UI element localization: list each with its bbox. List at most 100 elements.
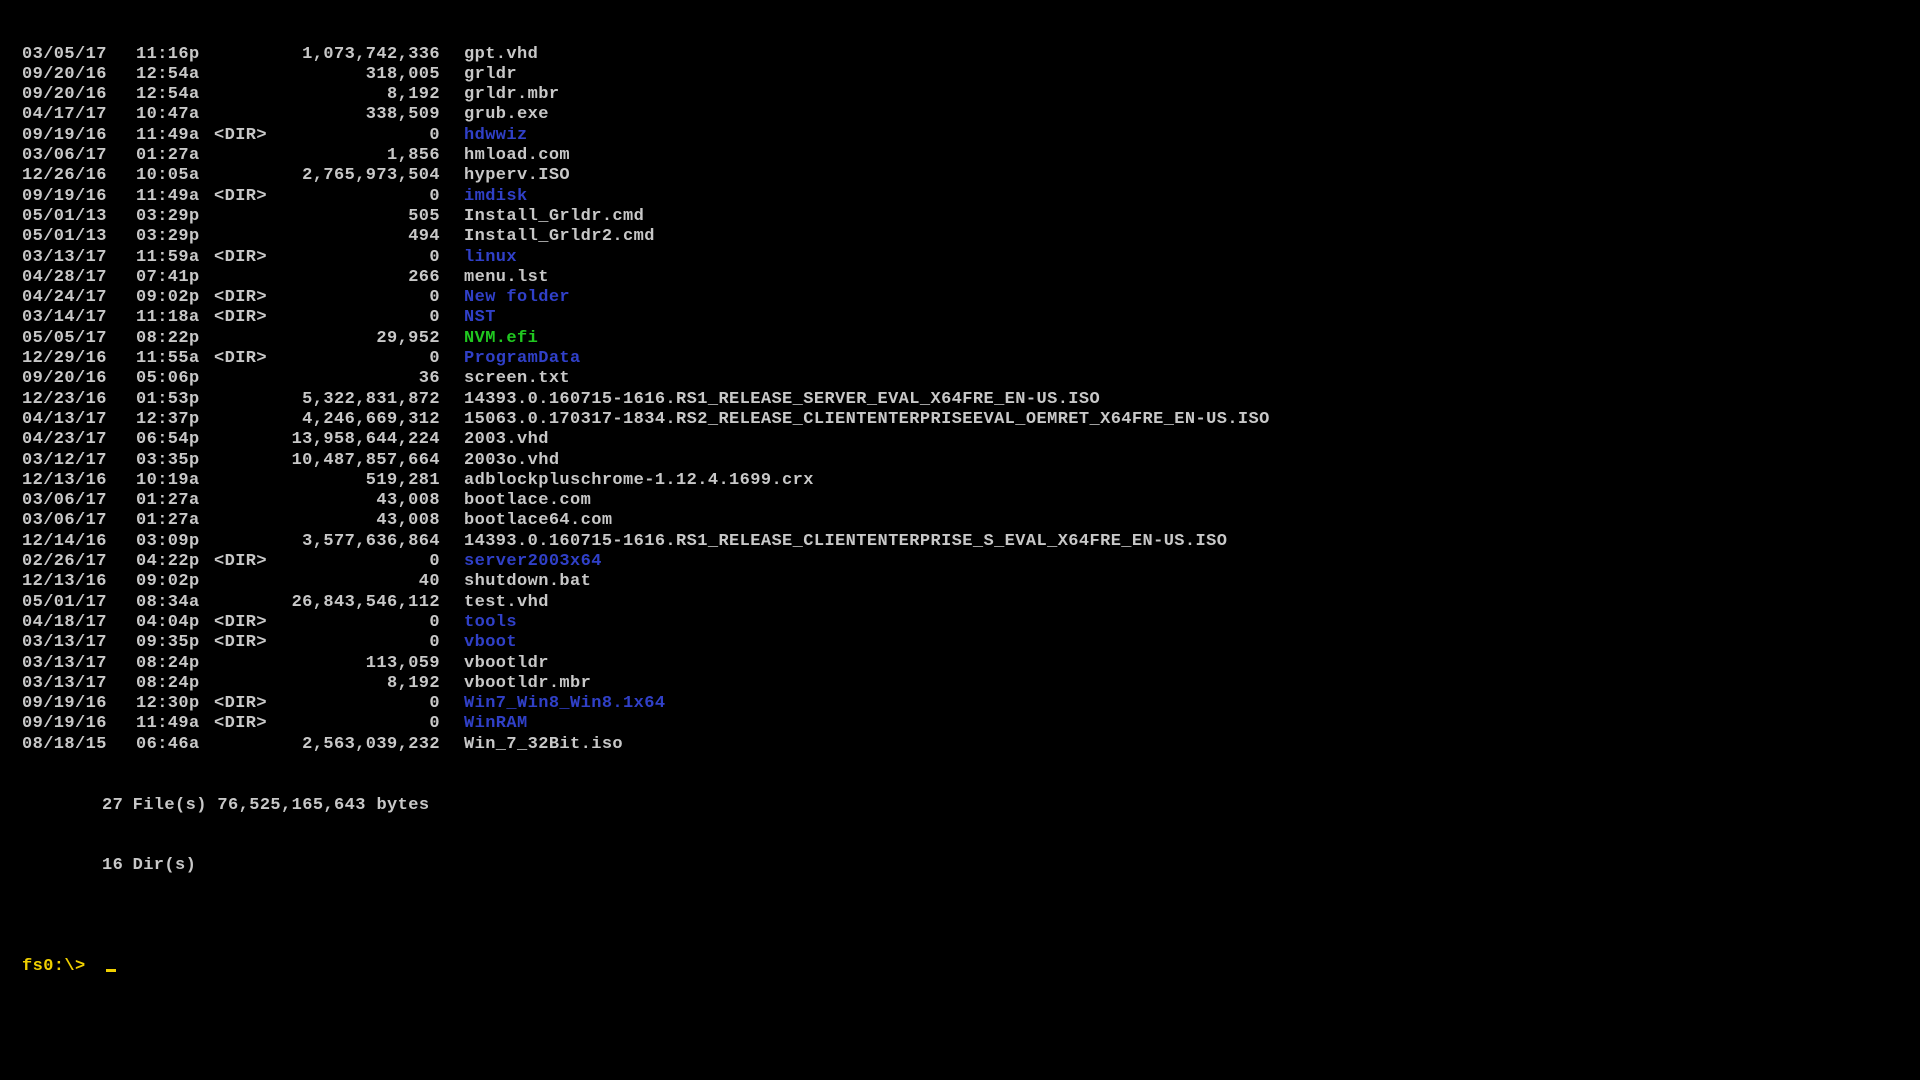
entry-time: 11:55a [136, 349, 214, 369]
entry-dir-flag: <DIR> [214, 187, 272, 207]
entry-size: 3,577,636,864 [272, 532, 440, 552]
entry-time: 05:06p [136, 369, 214, 389]
entry-dir-flag: <DIR> [214, 349, 272, 369]
entry-name: grldr.mbr [464, 85, 559, 105]
dir-entry: 12/29/1611:55a<DIR>0ProgramData [22, 349, 1898, 369]
entry-size: 2,563,039,232 [272, 735, 440, 755]
entry-time: 12:37p [136, 410, 214, 430]
entry-date: 03/13/17 [22, 633, 136, 653]
entry-date: 05/01/13 [22, 227, 136, 247]
entry-name: Win7_Win8_Win8.1x64 [464, 694, 665, 714]
dir-entry: 12/13/1609:02p40shutdown.bat [22, 572, 1898, 592]
entry-date: 04/28/17 [22, 268, 136, 288]
summary-dirs: 16 Dir(s) [22, 856, 1898, 876]
entry-name: gpt.vhd [464, 45, 538, 65]
dir-entry: 04/23/1706:54p13,958,644,2242003.vhd [22, 430, 1898, 450]
entry-date: 12/29/16 [22, 349, 136, 369]
entry-time: 10:47a [136, 105, 214, 125]
entry-size: 0 [272, 187, 440, 207]
entry-dir-flag: <DIR> [214, 288, 272, 308]
dir-entry: 03/13/1709:35p<DIR>0vboot [22, 633, 1898, 653]
entry-size: 0 [272, 349, 440, 369]
entry-size: 8,192 [272, 674, 440, 694]
entry-time: 11:18a [136, 308, 214, 328]
entry-size: 266 [272, 268, 440, 288]
entry-size: 29,952 [272, 329, 440, 349]
entry-name: grub.exe [464, 105, 549, 125]
entry-time: 03:35p [136, 451, 214, 471]
entry-name: 15063.0.170317-1834.RS2_RELEASE_CLIENTEN… [464, 410, 1270, 430]
entry-date: 12/13/16 [22, 471, 136, 491]
entry-size: 494 [272, 227, 440, 247]
dir-listing: 03/05/1711:16p1,073,742,336gpt.vhd09/20/… [22, 45, 1898, 755]
entry-time: 09:02p [136, 288, 214, 308]
entry-dir-flag: <DIR> [214, 248, 272, 268]
entry-name: bootlace64.com [464, 511, 612, 531]
entry-name: linux [464, 248, 517, 268]
entry-size: 0 [272, 613, 440, 633]
entry-size: 2,765,973,504 [272, 166, 440, 186]
entry-size: 0 [272, 694, 440, 714]
entry-dir-flag: <DIR> [214, 714, 272, 734]
entry-name: test.vhd [464, 593, 549, 613]
entry-time: 11:16p [136, 45, 214, 65]
entry-date: 09/20/16 [22, 65, 136, 85]
entry-time: 09:35p [136, 633, 214, 653]
entry-name: tools [464, 613, 517, 633]
entry-date: 04/18/17 [22, 613, 136, 633]
entry-time: 03:29p [136, 227, 214, 247]
entry-size: 4,246,669,312 [272, 410, 440, 430]
dir-entry: 03/06/1701:27a43,008bootlace64.com [22, 511, 1898, 531]
entry-size: 43,008 [272, 511, 440, 531]
entry-name: hdwwiz [464, 126, 528, 146]
entry-dir-flag: <DIR> [214, 126, 272, 146]
dir-entry: 02/26/1704:22p<DIR>0server2003x64 [22, 552, 1898, 572]
dir-entry: 03/06/1701:27a1,856hmload.com [22, 146, 1898, 166]
entry-dir-flag: <DIR> [214, 613, 272, 633]
entry-name: NST [464, 308, 496, 328]
entry-name: Win_7_32Bit.iso [464, 735, 623, 755]
entry-date: 09/19/16 [22, 714, 136, 734]
entry-size: 113,059 [272, 654, 440, 674]
dir-entry: 05/05/1708:22p29,952NVM.efi [22, 329, 1898, 349]
entry-size: 505 [272, 207, 440, 227]
entry-time: 09:02p [136, 572, 214, 592]
entry-date: 09/19/16 [22, 694, 136, 714]
entry-date: 09/19/16 [22, 187, 136, 207]
entry-size: 8,192 [272, 85, 440, 105]
entry-date: 09/20/16 [22, 85, 136, 105]
entry-time: 11:49a [136, 714, 214, 734]
entry-time: 01:53p [136, 390, 214, 410]
entry-date: 03/13/17 [22, 654, 136, 674]
prompt-line[interactable]: fs0:\> [22, 957, 1898, 977]
dir-entry: 04/24/1709:02p<DIR>0New folder [22, 288, 1898, 308]
entry-size: 10,487,857,664 [272, 451, 440, 471]
entry-name: shutdown.bat [464, 572, 591, 592]
entry-size: 0 [272, 126, 440, 146]
dir-entry: 04/17/1710:47a338,509grub.exe [22, 105, 1898, 125]
entry-size: 318,005 [272, 65, 440, 85]
dir-entry: 09/20/1612:54a8,192grldr.mbr [22, 85, 1898, 105]
dir-entry: 09/20/1605:06p36screen.txt [22, 369, 1898, 389]
entry-time: 04:04p [136, 613, 214, 633]
dir-entry: 04/13/1712:37p4,246,669,31215063.0.17031… [22, 410, 1898, 430]
dir-entry: 05/01/1303:29p505Install_Grldr.cmd [22, 207, 1898, 227]
dir-entry: 12/13/1610:19a519,281adblockpluschrome-1… [22, 471, 1898, 491]
entry-name: 14393.0.160715-1616.RS1_RELEASE_CLIENTEN… [464, 532, 1227, 552]
entry-time: 03:09p [136, 532, 214, 552]
entry-date: 12/26/16 [22, 166, 136, 186]
entry-time: 10:19a [136, 471, 214, 491]
entry-time: 11:49a [136, 126, 214, 146]
dir-entry: 09/19/1611:49a<DIR>0WinRAM [22, 714, 1898, 734]
dir-entry: 12/14/1603:09p3,577,636,86414393.0.16071… [22, 532, 1898, 552]
entry-time: 08:24p [136, 674, 214, 694]
entry-name: 2003o.vhd [464, 451, 559, 471]
entry-date: 05/05/17 [22, 329, 136, 349]
dir-entry: 03/13/1708:24p113,059vbootldr [22, 654, 1898, 674]
entry-name: server2003x64 [464, 552, 602, 572]
entry-dir-flag: <DIR> [214, 552, 272, 572]
entry-size: 5,322,831,872 [272, 390, 440, 410]
entry-date: 03/14/17 [22, 308, 136, 328]
entry-name: grldr [464, 65, 517, 85]
dir-entry: 09/19/1611:49a<DIR>0hdwwiz [22, 126, 1898, 146]
